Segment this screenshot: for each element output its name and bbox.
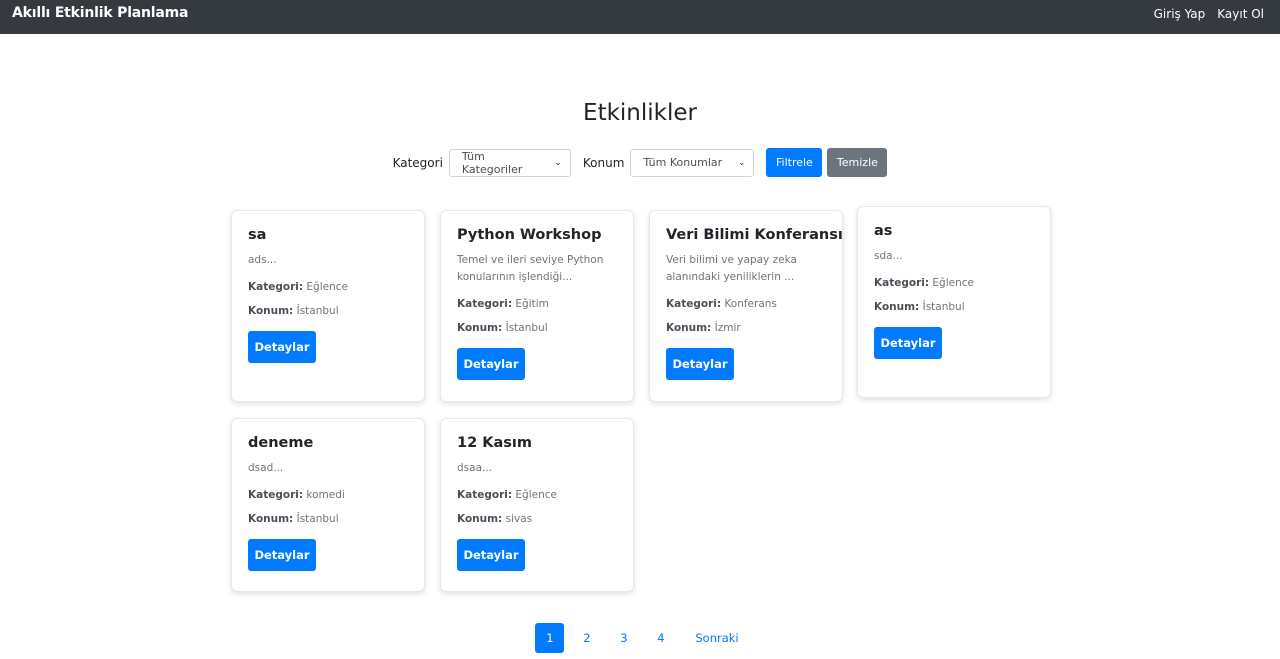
event-location: Konum: sivas: [457, 513, 617, 525]
event-description: ads...: [248, 254, 277, 266]
navbar: Akıllı Etkinlik Planlama Giriş Yap Kayıt…: [0, 0, 1280, 34]
event-title: Veri Bilimi Konferansı: [666, 227, 843, 243]
event-card: Veri Bilimi Konferansı Veri bilimi ve yap…: [649, 210, 843, 402]
category-value: komedi: [306, 489, 345, 501]
page-1-button[interactable]: 1: [535, 623, 565, 653]
details-button[interactable]: Detaylar: [457, 539, 525, 571]
location-field-label: Konum:: [457, 513, 503, 525]
page-4-button[interactable]: 4: [646, 623, 675, 653]
event-description: dsaa...: [457, 462, 493, 474]
page-2-button[interactable]: 2: [572, 623, 601, 653]
pagination: 1 2 3 4 Sonraki: [0, 623, 1280, 653]
register-link[interactable]: Kayıt Ol: [1217, 7, 1264, 21]
event-location: Konum: İstanbul: [248, 305, 408, 317]
category-value: Eğlence: [306, 281, 348, 293]
location-value: İstanbul: [505, 322, 548, 334]
event-title: sa: [248, 227, 267, 243]
login-link[interactable]: Giriş Yap: [1154, 7, 1206, 21]
next-page-button[interactable]: Sonraki: [689, 623, 744, 653]
location-field-label: Konum:: [248, 305, 294, 317]
category-select[interactable]: Tüm Kategoriler ⌄: [448, 148, 571, 177]
event-title: deneme: [248, 435, 314, 451]
details-button[interactable]: Detaylar: [457, 348, 525, 380]
nav-links: Giriş Yap Kayıt Ol: [1154, 7, 1264, 21]
event-description: Temel ve ileri seviye Python konularının…: [457, 254, 604, 283]
event-category: Kategori: komedi: [248, 489, 408, 501]
event-card: Python Workshop Temel ve ileri seviye Pyt…: [440, 210, 634, 402]
event-title: Python Workshop: [457, 227, 602, 243]
event-category: Kategori: Eğlence: [248, 281, 408, 293]
category-filter-label: Kategori: [392, 155, 443, 170]
event-category: Kategori: Eğitim: [457, 298, 617, 310]
location-filter-label: Konum: [582, 155, 625, 170]
event-description: dsad...: [248, 462, 284, 474]
event-title: 12 Kasım: [457, 435, 532, 451]
category-field-label: Kategori:: [874, 277, 930, 289]
category-value: Eğitim: [515, 298, 549, 310]
details-button[interactable]: Detaylar: [666, 348, 734, 380]
category-field-label: Kategori:: [248, 281, 304, 293]
event-location: Konum: İstanbul: [457, 322, 617, 334]
location-select-value: Tüm Konumlar: [643, 156, 723, 169]
details-button[interactable]: Detaylar: [874, 327, 942, 359]
category-field-label: Kategori:: [666, 298, 722, 310]
details-button[interactable]: Detaylar: [248, 331, 316, 363]
filter-bar: Kategori Tüm Kategoriler ⌄ Konum Tüm Kon…: [0, 148, 1280, 177]
event-category: Kategori: Konferans: [666, 298, 826, 310]
event-card: 12 Kasım dsaa... Kategori: Eğlence Konum: s…: [440, 418, 634, 592]
chevron-down-icon: ⌄: [737, 157, 746, 168]
chevron-down-icon: ⌄: [554, 157, 562, 168]
event-description: sda...: [874, 250, 903, 262]
page-title: Etkinlikler: [583, 100, 697, 126]
brand-logo[interactable]: Akıllı Etkinlik Planlama: [12, 5, 188, 21]
location-value: İzmir: [714, 322, 741, 334]
event-location: Konum: İzmir: [666, 322, 826, 334]
category-field-label: Kategori:: [457, 298, 513, 310]
category-field-label: Kategori:: [457, 489, 513, 501]
event-location: Konum: İstanbul: [874, 301, 1034, 313]
event-category: Kategori: Eğlence: [874, 277, 1034, 289]
location-field-label: Konum:: [666, 322, 712, 334]
category-value: Eğlence: [515, 489, 557, 501]
location-field-label: Konum:: [874, 301, 920, 313]
filter-button[interactable]: Filtrele: [766, 148, 823, 177]
details-button[interactable]: Detaylar: [248, 539, 316, 571]
location-select[interactable]: Tüm Konumlar ⌄: [630, 148, 755, 177]
location-field-label: Konum:: [457, 322, 503, 334]
clear-button[interactable]: Temizle: [827, 148, 888, 177]
event-title: as: [874, 223, 893, 239]
event-card: deneme dsad... Kategori: komedi Konum: İsta…: [231, 418, 425, 592]
category-field-label: Kategori:: [248, 489, 304, 501]
event-location: Konum: İstanbul: [248, 513, 408, 525]
event-category: Kategori: Eğlence: [457, 489, 617, 501]
location-value: sivas: [505, 513, 533, 525]
page-3-button[interactable]: 3: [609, 623, 638, 653]
location-field-label: Konum:: [248, 513, 294, 525]
category-select-value: Tüm Kategoriler: [461, 149, 523, 176]
location-value: İstanbul: [922, 301, 965, 313]
location-value: İstanbul: [296, 513, 339, 525]
event-card: as sda... Kategori: Eğlence Konum: İstanbul…: [857, 206, 1051, 398]
category-value: Eğlence: [932, 277, 974, 289]
event-description: Veri bilimi ve yapay zeka alanındaki yen…: [666, 254, 797, 283]
location-value: İstanbul: [296, 305, 339, 317]
event-card: sa ads... Kategori: Eğlence Konum: İstanbul…: [231, 210, 425, 402]
category-value: Konferans: [724, 298, 777, 310]
